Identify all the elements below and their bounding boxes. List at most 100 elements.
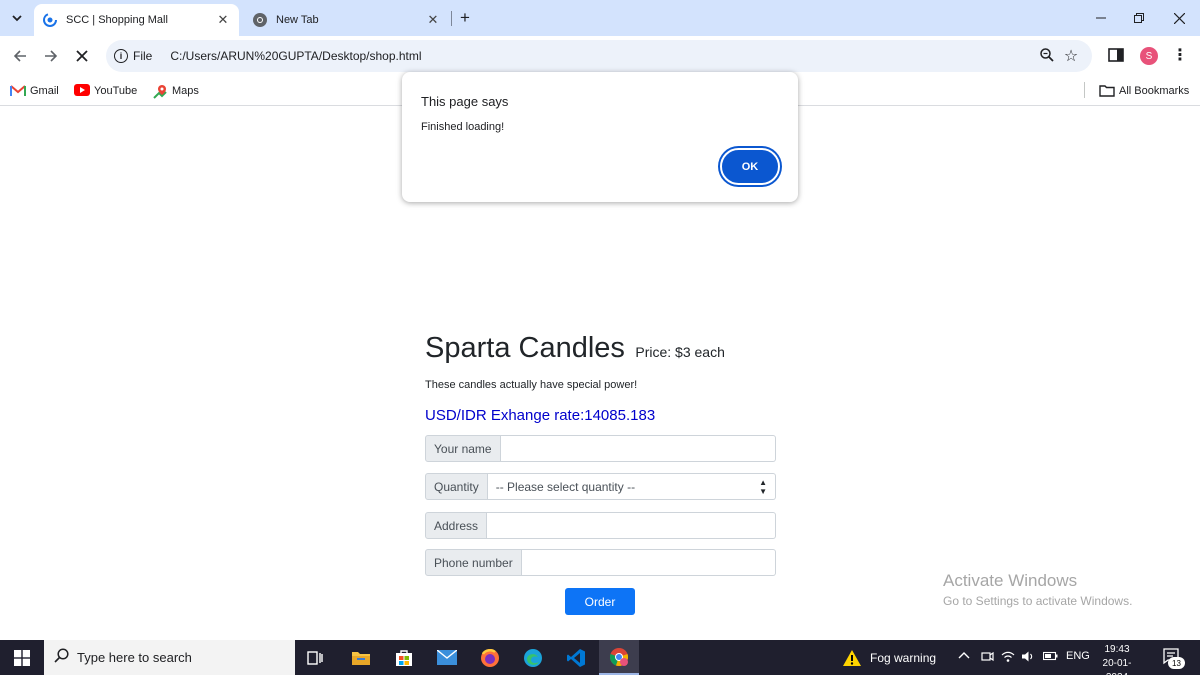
store-button[interactable] [384, 640, 424, 675]
product-description: These candles actually have special powe… [425, 379, 638, 391]
close-icon[interactable]: ✕ [215, 12, 231, 28]
back-button[interactable] [9, 45, 31, 67]
tab-separator [451, 11, 452, 26]
exchange-rate-label: USD/IDR Exhange rate: [425, 407, 585, 424]
stop-loading-button[interactable] [71, 45, 93, 67]
dialog-title: This page says [421, 94, 509, 109]
vscode-button[interactable] [556, 640, 596, 675]
bookmark-maps[interactable]: Maps [152, 82, 199, 100]
url-text[interactable]: C:/Users/ARUN%20GUPTA/Desktop/shop.html [170, 49, 1036, 63]
windows-taskbar: Type here to search Fog warning ENG 19:4… [0, 640, 1200, 675]
close-icon [1173, 12, 1185, 24]
product-title: Sparta Candles [425, 332, 625, 364]
bookmark-label: Maps [172, 85, 199, 97]
gmail-icon [10, 84, 26, 98]
dialog-message: Finished loading! [421, 121, 505, 133]
bookmark-star-icon[interactable]: ☆ [1058, 46, 1084, 66]
bookmark-label: YouTube [94, 85, 138, 97]
activate-windows-watermark: Activate Windows Go to Settings to activ… [943, 571, 1132, 608]
quantity-label: Quantity [425, 473, 488, 500]
quantity-row: Quantity -- Please select quantity -- ▲ ▼ [425, 473, 776, 500]
chevron-up-icon[interactable] [958, 650, 970, 665]
warning-icon [843, 649, 861, 666]
address-label: Address [425, 512, 488, 539]
tab-shopping-mall[interactable]: SCC | Shopping Mall ✕ [34, 4, 239, 36]
browser-toolbar: i File C:/Users/ARUN%20GUPTA/Desktop/sho… [0, 36, 1200, 76]
quantity-select[interactable]: -- Please select quantity -- ▲ ▼ [487, 473, 776, 500]
watermark-title: Activate Windows [943, 571, 1078, 590]
address-row: Address [425, 512, 776, 539]
zoom-icon[interactable] [1036, 47, 1058, 65]
quantity-selected-value: -- Please select quantity -- [495, 479, 636, 494]
profile-avatar[interactable]: S [1140, 47, 1158, 65]
folder-icon [1099, 84, 1115, 98]
weather-widget[interactable]: Fog warning [842, 640, 936, 675]
battery-icon[interactable] [1042, 650, 1058, 665]
phone-input[interactable] [521, 549, 776, 576]
windows-logo-icon [14, 649, 30, 666]
maps-icon [152, 84, 168, 99]
task-view-button[interactable] [295, 640, 335, 675]
tab-title: SCC | Shopping Mall [66, 14, 168, 26]
order-button[interactable]: Order [565, 588, 635, 615]
youtube-icon [74, 84, 90, 98]
minimize-button[interactable] [1086, 4, 1116, 32]
close-icon [76, 50, 88, 62]
address-input[interactable] [487, 512, 776, 539]
select-arrows-icon: ▲ ▼ [759, 477, 767, 496]
clock-date: 20-01-2024 [1102, 658, 1132, 675]
all-bookmarks-button[interactable]: All Bookmarks [1099, 82, 1189, 100]
chrome-button[interactable] [599, 640, 639, 675]
clock-time: 19:43 [1104, 644, 1130, 655]
product-section: Sparta Candles Price: $3 each These cand… [425, 332, 775, 424]
start-button[interactable] [0, 640, 44, 675]
bookmarks-separator [1084, 82, 1085, 98]
kebab-menu-icon[interactable]: ⋮ [1172, 46, 1188, 66]
new-tab-button[interactable]: + [455, 8, 475, 28]
chrome-icon [252, 12, 268, 28]
exchange-rate: USD/IDR Exhange rate:14085.183 [425, 407, 775, 424]
side-panel-button[interactable] [1108, 47, 1124, 63]
phone-label: Phone number [425, 549, 522, 576]
vscode-icon [567, 648, 585, 667]
side-panel-icon [1108, 48, 1124, 62]
bookmark-youtube[interactable]: YouTube [74, 82, 137, 100]
tab-title: New Tab [276, 14, 319, 26]
phone-row: Phone number [425, 549, 776, 576]
meet-now-icon[interactable] [981, 650, 994, 666]
dialog-ok-button[interactable]: OK [720, 148, 780, 185]
search-icon [54, 648, 69, 667]
mail-button[interactable] [427, 640, 467, 675]
scheme-chip[interactable]: File [133, 49, 152, 63]
tab-search-button[interactable] [6, 7, 28, 29]
firefox-button[interactable] [470, 640, 510, 675]
name-row: Your name [425, 435, 776, 462]
loading-favicon-icon [42, 12, 58, 28]
forward-button[interactable] [40, 45, 62, 67]
folder-icon [352, 651, 370, 665]
minimize-icon [1096, 17, 1106, 19]
tab-strip: SCC | Shopping Mall ✕ New Tab ✕ + [0, 0, 1200, 36]
chevron-down-icon [12, 15, 22, 22]
edge-button[interactable] [513, 640, 553, 675]
name-input[interactable] [500, 435, 776, 462]
volume-icon[interactable] [1021, 650, 1035, 666]
bookmark-gmail[interactable]: Gmail [10, 82, 59, 100]
chrome-icon [609, 647, 629, 666]
address-bar[interactable]: i File C:/Users/ARUN%20GUPTA/Desktop/sho… [106, 40, 1092, 72]
info-icon[interactable]: i [114, 49, 128, 63]
taskbar-search[interactable]: Type here to search [44, 640, 295, 675]
close-icon[interactable]: ✕ [425, 12, 441, 28]
file-explorer-button[interactable] [341, 640, 381, 675]
watermark-subtitle: Go to Settings to activate Windows. [943, 594, 1133, 608]
arrow-right-icon [45, 50, 58, 62]
search-placeholder: Type here to search [77, 650, 192, 665]
wifi-icon[interactable] [1001, 650, 1015, 666]
arrow-left-icon [13, 50, 26, 62]
language-indicator[interactable]: ENG [1066, 650, 1090, 662]
tab-new-tab[interactable]: New Tab ✕ [244, 4, 449, 36]
restore-button[interactable] [1124, 4, 1154, 32]
close-window-button[interactable] [1164, 4, 1194, 32]
taskbar-clock[interactable]: 19:43 20-01-2024 [1094, 643, 1140, 675]
edge-icon [524, 648, 542, 667]
